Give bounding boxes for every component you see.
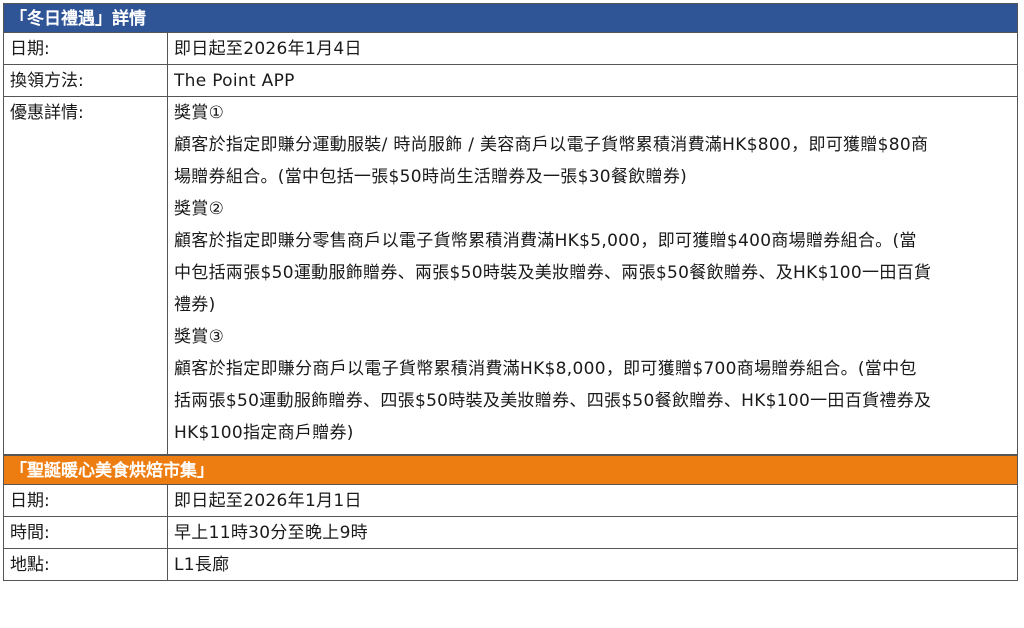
reward-3-heading: 獎賞③ [174,327,225,347]
winter-method-row: 換領方法: The Point APP [3,65,1018,97]
date-label: 日期: [4,33,168,64]
market-section-title: 「聖誕暖心美食烘焙市集」 [3,455,1018,485]
winter-date-row: 日期: 即日起至2026年1月4日 [3,33,1018,65]
date-value: 即日起至2026年1月4日 [174,39,362,59]
market-time-row: 時間: 早上11時30分至晚上9時 [3,517,1018,549]
market-time-value: 早上11時30分至晚上9時 [174,523,368,543]
reward-1-line-1: 顧客於指定即賺分運動服裝/ 時尚服飾 / 美容商戶以電子貨幣累積消費滿HK$80… [174,135,929,155]
reward-2-heading: 獎賞② [174,199,225,219]
market-time-label: 時間: [4,517,168,548]
market-place-row: 地點: L1長廊 [3,549,1018,581]
market-place-value: L1長廊 [174,555,230,575]
winter-section-title: 「冬日禮遇」詳情 [3,3,1018,33]
market-date-value: 即日起至2026年1月1日 [174,491,362,511]
reward-3-line-1: 顧客於指定即賺分商戶以電子貨幣累積消費滿HK$8,000，即可獲贈$700商場贈… [174,359,917,379]
reward-2-line-1: 顧客於指定即賺分零售商戶以電子貨幣累積消費滿HK$5,000，即可獲贈$400商… [174,231,917,251]
reward-1-heading: 獎賞① [174,103,225,123]
reward-3-line-2: 括兩張$50運動服飾贈券、四張$50時裝及美妝贈券、四張$50餐飲贈券、HK$1… [174,391,932,411]
details-value: 獎賞① 顧客於指定即賺分運動服裝/ 時尚服飾 / 美容商戶以電子貨幣累積消費滿H… [168,97,1017,454]
market-date-label: 日期: [4,485,168,516]
reward-1-line-2: 場贈券組合。(當中包括一張$50時尚生活贈券及一張$30餐飲贈券) [174,167,688,187]
winter-details-row: 優惠詳情: 獎賞① 顧客於指定即賺分運動服裝/ 時尚服飾 / 美容商戶以電子貨幣… [3,97,1018,455]
method-value: The Point APP [174,71,295,91]
reward-2-line-3: 禮券) [174,295,216,315]
promotion-table: 「冬日禮遇」詳情 日期: 即日起至2026年1月4日 換領方法: The Poi… [3,3,1018,581]
reward-2-line-2: 中包括兩張$50運動服飾贈券、兩張$50時裝及美妝贈券、兩張$50餐飲贈券、及H… [174,263,932,283]
details-label: 優惠詳情: [4,97,168,454]
method-label: 換領方法: [4,65,168,96]
market-date-row: 日期: 即日起至2026年1月1日 [3,485,1018,517]
market-place-label: 地點: [4,549,168,580]
reward-3-line-3: HK$100指定商戶贈券) [174,423,354,443]
